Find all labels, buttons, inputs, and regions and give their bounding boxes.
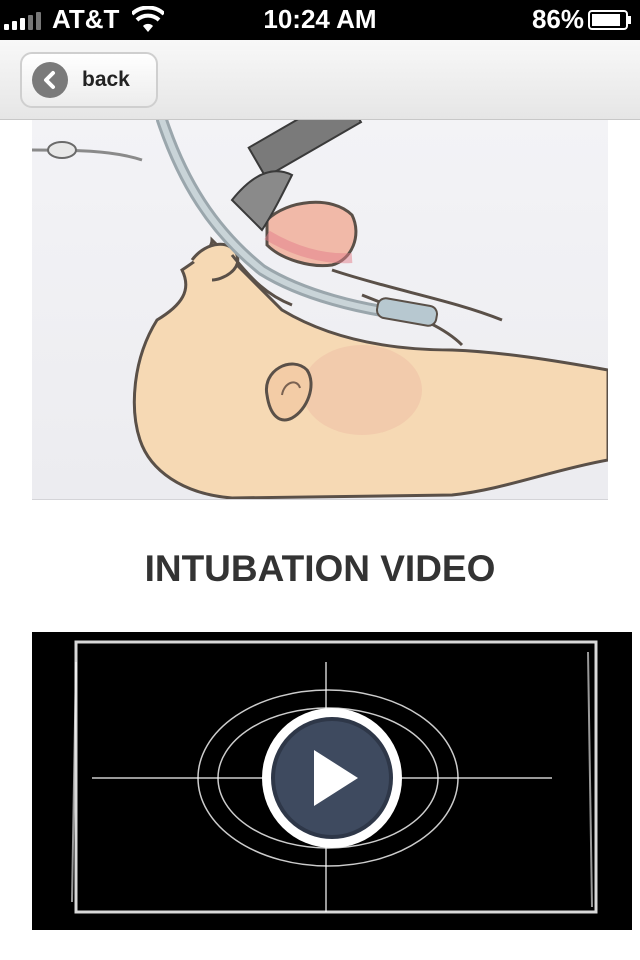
- back-button[interactable]: back: [20, 52, 158, 108]
- play-icon: [271, 717, 393, 839]
- video-player[interactable]: [32, 632, 632, 930]
- section-title: INTUBATION VIDEO: [144, 548, 496, 589]
- battery-percent: 86%: [531, 4, 584, 34]
- intubation-illustration: [32, 120, 608, 500]
- play-button[interactable]: [262, 708, 402, 848]
- navigation-bar: back: [0, 40, 640, 120]
- chevron-left-icon: [32, 62, 68, 98]
- battery-icon: [588, 10, 631, 30]
- back-button-label: back: [82, 68, 130, 91]
- status-bar: AT&T 10:24 AM 86%: [0, 0, 640, 40]
